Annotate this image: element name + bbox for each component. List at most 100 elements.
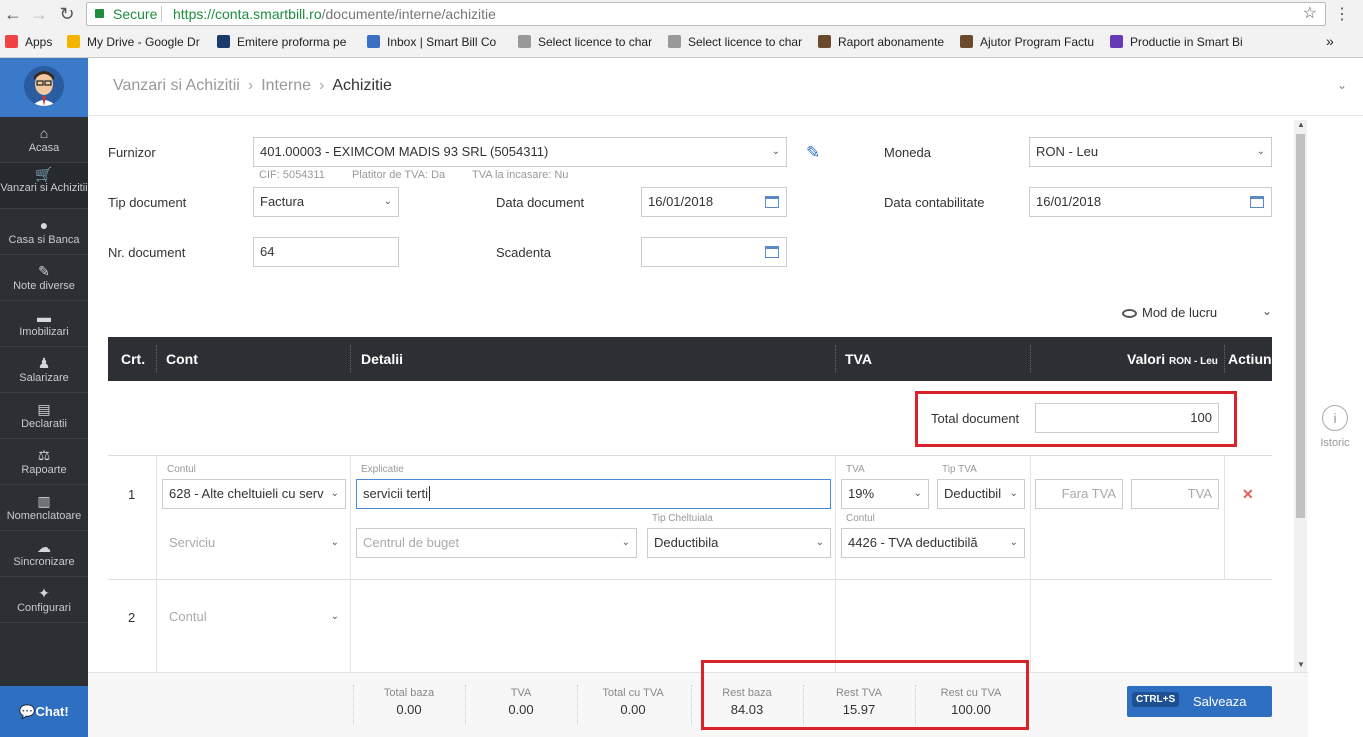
total-total-baza: Total baza 0.00	[383, 687, 435, 717]
col-valori: Valori RON - Leu	[1127, 351, 1218, 367]
bookmark-item[interactable]: Emitere proforma pe	[217, 35, 355, 49]
secure-label: Secure	[113, 6, 158, 22]
explicatie-input[interactable]: servicii terti	[356, 479, 831, 509]
centru-buget-select[interactable]: Centrul de buget ⌄	[356, 528, 637, 558]
tva-value-input[interactable]: TVA	[1131, 479, 1219, 509]
scale-icon: ⚖	[37, 447, 51, 463]
sidebar-item-label: Salarizare	[19, 372, 69, 384]
save-button[interactable]: CTRL+S Salveaza	[1127, 686, 1272, 717]
sidebar-item-label: Rapoarte	[21, 464, 67, 476]
data-document-label: Data document	[496, 195, 585, 210]
row-number: 1	[128, 487, 136, 502]
fara-tva-input[interactable]: Fara TVA	[1035, 479, 1123, 509]
row-number: 2	[128, 610, 136, 625]
sidebar-item-declaratii[interactable]: ▤ Declaratii	[0, 393, 88, 439]
nr-document-input[interactable]: 64	[253, 237, 399, 267]
bookmark-item[interactable]: Select licence to char	[518, 35, 658, 49]
sidebar-item-acasa[interactable]: ⌂ Acasa	[0, 117, 88, 163]
platitor-text: Platitor de TVA: Da	[352, 169, 446, 181]
sidebar-item-rapoarte[interactable]: ⚖ Rapoarte	[0, 439, 88, 485]
bookmark-item[interactable]: Raport abonamente	[818, 35, 953, 49]
scadenta-label: Scadenta	[496, 245, 551, 260]
bookmark-star-icon[interactable]: ☆	[1303, 3, 1317, 25]
data-contabilitate-input[interactable]: 16/01/2018	[1029, 187, 1272, 217]
contul-select[interactable]: 628 - Alte cheltuieli cu serv ⌄	[162, 479, 346, 509]
forward-icon[interactable]: →	[29, 4, 49, 24]
breadcrumb-current: Achizitie	[332, 77, 392, 94]
cloud-sync-icon: ☁	[37, 539, 51, 555]
chevron-down-icon: ⌄	[1009, 537, 1018, 548]
data-document-input[interactable]: 16/01/2018	[641, 187, 787, 217]
moneda-label: Moneda	[884, 145, 931, 160]
calendar-icon	[765, 246, 779, 258]
sidebar: ⌂ Acasa 🛒 Vanzari si Achizitii ● Casa si Banc…	[0, 58, 88, 737]
contul-label: Contul	[167, 464, 196, 475]
tva-rate-select[interactable]: 19% ⌄	[841, 479, 929, 509]
contul-select[interactable]: Contul ⌄	[162, 602, 346, 632]
tva-incasare-text: TVA la incasare: Nu	[472, 169, 569, 181]
scrollbar[interactable]: ▲ ▼	[1294, 120, 1307, 672]
avatar[interactable]	[24, 66, 64, 106]
sidebar-item-label: Casa si Banca	[8, 234, 80, 246]
bookmark-item[interactable]: Select licence to char	[668, 35, 808, 49]
mod-lucru-toggle[interactable]: Mod de lucru	[1122, 305, 1217, 320]
drive-icon	[67, 35, 80, 48]
scadenta-input[interactable]	[641, 237, 787, 267]
data-contabilitate-label: Data contabilitate	[884, 195, 985, 210]
wrench-icon: ✦	[38, 585, 50, 601]
sidebar-item-sincronizare[interactable]: ☁ Sincronizare	[0, 531, 88, 577]
sidebar-item-label: Vanzari si Achizitii	[0, 182, 88, 194]
serviciu-select[interactable]: Serviciu ⌄	[162, 528, 346, 558]
breadcrumb-item[interactable]: Interne	[261, 77, 311, 94]
sidebar-item-salarizare[interactable]: ♟ Salarizare	[0, 347, 88, 393]
chat-button[interactable]: 💬Chat!	[0, 686, 88, 737]
url-text[interactable]: https://conta.smartbill.ro/documente/int…	[173, 3, 496, 25]
sidebar-item-nomenclatoare[interactable]: ▥ Nomenclatoare	[0, 485, 88, 531]
browser-menu-icon[interactable]: ⋮	[1334, 4, 1350, 24]
bookmark-item[interactable]: Apps	[5, 35, 60, 49]
shortcut-badge: CTRL+S	[1132, 692, 1180, 707]
scroll-down-icon: ▼	[1297, 660, 1305, 669]
contul-tva-label: Contul	[846, 513, 875, 524]
nr-document-label: Nr. document	[108, 245, 186, 260]
highlight-box-total	[915, 391, 1237, 447]
more-bookmarks-icon[interactable]: »	[1326, 33, 1334, 49]
edit-supplier-icon[interactable]: ✎	[806, 143, 820, 163]
furnizor-select[interactable]: 401.00003 - EXIMCOM MADIS 93 SRL (505431…	[253, 137, 787, 167]
breadcrumb-item[interactable]: Vanzari si Achizitii	[113, 77, 240, 94]
mod-lucru-chevron-icon[interactable]: ⌄	[1262, 304, 1272, 318]
back-icon[interactable]: ←	[3, 4, 23, 24]
chevron-down-icon: ⌄	[815, 537, 824, 548]
highlight-box-rest	[701, 660, 1029, 730]
sidebar-item-casa-si-banca[interactable]: ● Casa si Banca	[0, 209, 88, 255]
totals-bar: Total baza 0.00 TVA 0.00 Total cu TVA 0.00 Res…	[88, 672, 1308, 737]
col-tva: TVA	[845, 351, 872, 367]
bookmark-item[interactable]: Ajutor Program Factu	[960, 35, 1098, 49]
delete-row-icon[interactable]: ✕	[1242, 486, 1254, 503]
scrollbar-thumb[interactable]	[1296, 134, 1305, 518]
bookmark-item[interactable]: My Drive - Google Dr	[67, 35, 205, 49]
contul-tva-select[interactable]: 4426 - TVA deductibilă ⌄	[841, 528, 1025, 558]
page-icon	[668, 35, 681, 48]
sidebar-item-configurari[interactable]: ✦ Configurari	[0, 577, 88, 623]
scroll-up-icon: ▲	[1297, 120, 1305, 129]
bookmark-item[interactable]: Inbox | Smart Bill Co	[367, 35, 507, 49]
sidebar-item-imobilizari[interactable]: ▬ Imobilizari	[0, 301, 88, 347]
tip-document-label: Tip document	[108, 195, 187, 210]
cif-text: CIF: 5054311	[259, 169, 325, 181]
eye-icon	[1122, 309, 1137, 318]
reload-icon[interactable]: ↻	[57, 4, 77, 24]
avatar-image	[24, 66, 64, 106]
istoric-button[interactable]: i Istoric	[1312, 405, 1358, 449]
tip-tva-select[interactable]: Deductibil ⌄	[937, 479, 1025, 509]
address-bar[interactable]: Secure https://conta.smartbill.ro/docume…	[86, 2, 1326, 26]
user-menu-chevron-icon[interactable]: ⌄	[1337, 78, 1347, 92]
sidebar-item-label: Nomenclatoare	[6, 510, 82, 522]
tip-document-select[interactable]: Factura ⌄	[253, 187, 399, 217]
tip-cheltuiala-select[interactable]: Deductibila ⌄	[647, 528, 831, 558]
car-icon: ▬	[37, 309, 51, 325]
sidebar-item-note-diverse[interactable]: ✎ Note diverse	[0, 255, 88, 301]
moneda-select[interactable]: RON - Leu ⌄	[1029, 137, 1272, 167]
sidebar-item-vanzari-si-achizitii[interactable]: 🛒 Vanzari si Achizitii	[0, 163, 88, 209]
bookmark-item[interactable]: Productie in Smart Bi	[1110, 35, 1245, 49]
